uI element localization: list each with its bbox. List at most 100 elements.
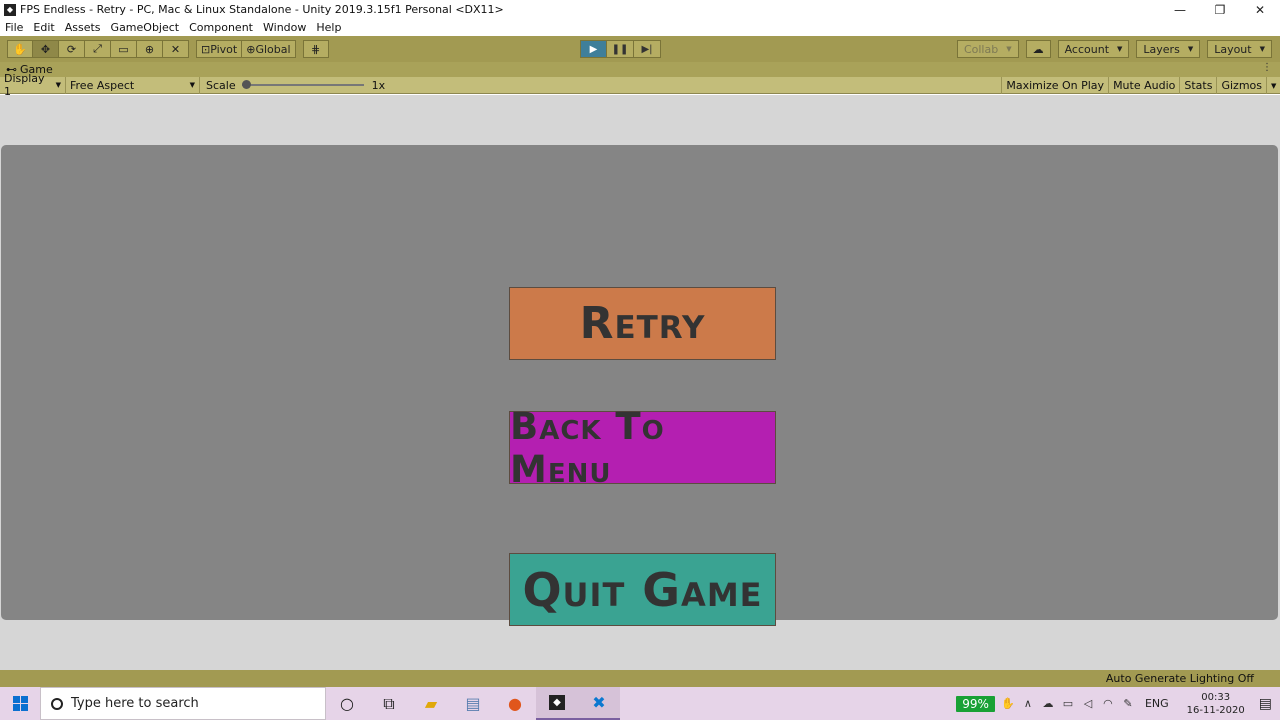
chevron-down-icon: ▼ (1187, 45, 1194, 53)
account-label: Account (1064, 42, 1110, 56)
retry-button[interactable]: Retry (509, 287, 776, 360)
game-canvas: Retry Back To Menu Quit Game (1, 145, 1278, 626)
rotate-tool-icon[interactable]: ⟳ (59, 40, 85, 58)
window-title: FPS Endless - Retry - PC, Mac & Linux St… (20, 3, 504, 16)
unity-taskbar-icon[interactable]: ◆ (536, 687, 578, 720)
globe-icon: ⊕ (246, 42, 256, 56)
firefox-icon[interactable]: ● (494, 687, 536, 720)
status-bar: Auto Generate Lighting Off (0, 670, 1280, 687)
aspect-dropdown[interactable]: Free Aspect ▼ (66, 76, 200, 94)
menu-file[interactable]: File (0, 21, 28, 34)
search-icon (51, 697, 63, 710)
task-view-icon[interactable]: ⧉ (368, 687, 410, 720)
start-button[interactable] (0, 687, 40, 720)
cortana-icon[interactable]: ○ (326, 687, 368, 720)
chevron-down-icon: ▼ (1006, 45, 1012, 53)
play-controls: ▶ ❚❚ ▶| (580, 40, 661, 58)
file-explorer-icon[interactable]: ▰ (410, 687, 452, 720)
unity-icon: ◆ (549, 695, 565, 710)
taskbar: Type here to search ○ ⧉ ▰ ▤ ● ◆ ✖ 99% ✋ … (0, 687, 1280, 720)
main-toolbar: ✋ ✥ ⟳ ⤢ ▭ ⊕ ✕ ⊡ Pivot ⊕ Global ⋕ ▶ ❚❚ ▶| C… (0, 36, 1280, 62)
game-view-toolbar: Display 1 ▼ Free Aspect ▼ Scale 1x Maxim… (0, 72, 1280, 98)
global-button[interactable]: ⊕ Global (242, 40, 296, 58)
scale-tool-icon[interactable]: ⤢ (85, 40, 111, 58)
layers-dropdown[interactable]: Layers ▼ (1136, 40, 1201, 58)
menu-gameobject[interactable]: GameObject (106, 21, 185, 34)
scale-control: Scale 1x (200, 77, 389, 94)
notification-icon[interactable]: ▤ (1259, 696, 1272, 712)
tab-bar: ⊷ Game ⋮ (0, 62, 1280, 77)
game-view-options: Maximize On Play Mute Audio Stats Gizmos… (1001, 77, 1280, 94)
move-tool-icon[interactable]: ✥ (33, 40, 59, 58)
back-to-menu-button[interactable]: Back To Menu (509, 405, 776, 491)
hand-tool-icon[interactable]: ✋ (7, 40, 33, 58)
mute-audio-toggle[interactable]: Mute Audio (1108, 77, 1179, 94)
battery-icon[interactable]: ▭ (1061, 697, 1075, 710)
pause-icon[interactable]: ❚❚ (607, 40, 634, 58)
chevron-up-icon[interactable]: ∧ (1021, 697, 1035, 710)
grid-snap-icon[interactable]: ⋕ (302, 40, 329, 58)
menu-window[interactable]: Window (258, 21, 311, 34)
menu-assets[interactable]: Assets (60, 21, 106, 34)
language-indicator[interactable]: ENG (1145, 697, 1169, 710)
snap-tools: ⋕ (302, 40, 329, 58)
pivot-tools: ⊡ Pivot ⊕ Global (196, 40, 296, 58)
menu-bar: File Edit Assets GameObject Component Wi… (0, 19, 1280, 36)
scale-slider-handle[interactable] (241, 80, 251, 89)
custom-tool-icon[interactable]: ✕ (163, 40, 189, 58)
volume-icon[interactable]: ◁ (1081, 697, 1095, 710)
chevron-down-icon: ▼ (55, 81, 61, 89)
transform-tools: ✋ ✥ ⟳ ⤢ ▭ ⊕ ✕ (7, 40, 189, 58)
pivot-button[interactable]: ⊡ Pivot (196, 40, 243, 58)
right-toolbar: Collab ▼ ☁ Account ▼ Layers ▼ Layout ▼ (956, 40, 1272, 58)
touch-icon[interactable]: ✋ (1001, 697, 1015, 710)
restore-button[interactable]: ❐ (1200, 0, 1240, 19)
cloud-icon: ☁ (1032, 42, 1044, 56)
scale-slider[interactable] (241, 80, 364, 89)
collab-dropdown[interactable]: Collab ▼ (956, 40, 1019, 58)
wifi-icon[interactable]: ◠ (1101, 697, 1115, 710)
aspect-label: Free Aspect (70, 78, 135, 92)
system-tray: 99% ✋ ∧ ☁ ▭ ◁ ◠ ✎ ENG 00:33 16-11-2020 ▤ (956, 687, 1280, 720)
pivot-icon: ⊡ (201, 42, 211, 56)
clock-date: 16-11-2020 (1186, 704, 1245, 716)
clock[interactable]: 00:33 16-11-2020 (1187, 691, 1245, 717)
layout-label: Layout (1214, 42, 1252, 56)
more-options-icon[interactable]: ⋮ (1262, 62, 1272, 73)
step-icon[interactable]: ▶| (634, 40, 661, 58)
menu-edit[interactable]: Edit (28, 21, 59, 34)
transform-tool-icon[interactable]: ⊕ (137, 40, 163, 58)
cloud-button[interactable]: ☁ (1025, 40, 1051, 58)
menu-component[interactable]: Component (184, 21, 258, 34)
search-placeholder: Type here to search (71, 696, 199, 711)
menu-help[interactable]: Help (311, 21, 346, 34)
pivot-label: Pivot (210, 42, 238, 56)
clock-time: 00:33 (1201, 691, 1231, 703)
onedrive-icon[interactable]: ☁ (1041, 697, 1055, 710)
chevron-down-icon: ▼ (189, 81, 195, 89)
pen-icon[interactable]: ✎ (1121, 697, 1135, 710)
maximize-on-play-toggle[interactable]: Maximize On Play (1001, 77, 1108, 94)
account-dropdown[interactable]: Account ▼ (1057, 40, 1130, 58)
taskbar-search[interactable]: Type here to search (40, 687, 326, 720)
close-button[interactable]: ✕ (1240, 0, 1280, 19)
play-icon[interactable]: ▶ (580, 40, 607, 58)
display-dropdown[interactable]: Display 1 ▼ (0, 72, 66, 98)
gizmos-toggle[interactable]: Gizmos (1216, 77, 1266, 94)
chevron-down-icon: ▼ (1117, 45, 1123, 53)
rect-tool-icon[interactable]: ▭ (111, 40, 137, 58)
windows-logo-icon (12, 696, 28, 711)
scale-label: Scale (206, 78, 236, 92)
status-text: Auto Generate Lighting Off (1105, 672, 1254, 685)
quit-game-button[interactable]: Quit Game (509, 553, 776, 626)
stats-toggle[interactable]: Stats (1179, 77, 1216, 94)
vscode-icon[interactable]: ✖ (578, 687, 620, 720)
global-label: Global (255, 42, 291, 56)
photos-icon[interactable]: ▤ (452, 687, 494, 720)
chevron-down-icon[interactable]: ▼ (1266, 77, 1280, 94)
minimize-button[interactable]: — (1160, 0, 1200, 19)
layout-dropdown[interactable]: Layout ▼ (1207, 40, 1272, 58)
collab-label: Collab (963, 42, 999, 56)
title-bar: ◆ FPS Endless - Retry - PC, Mac & Linux … (0, 0, 1280, 19)
unity-icon: ◆ (4, 3, 16, 16)
